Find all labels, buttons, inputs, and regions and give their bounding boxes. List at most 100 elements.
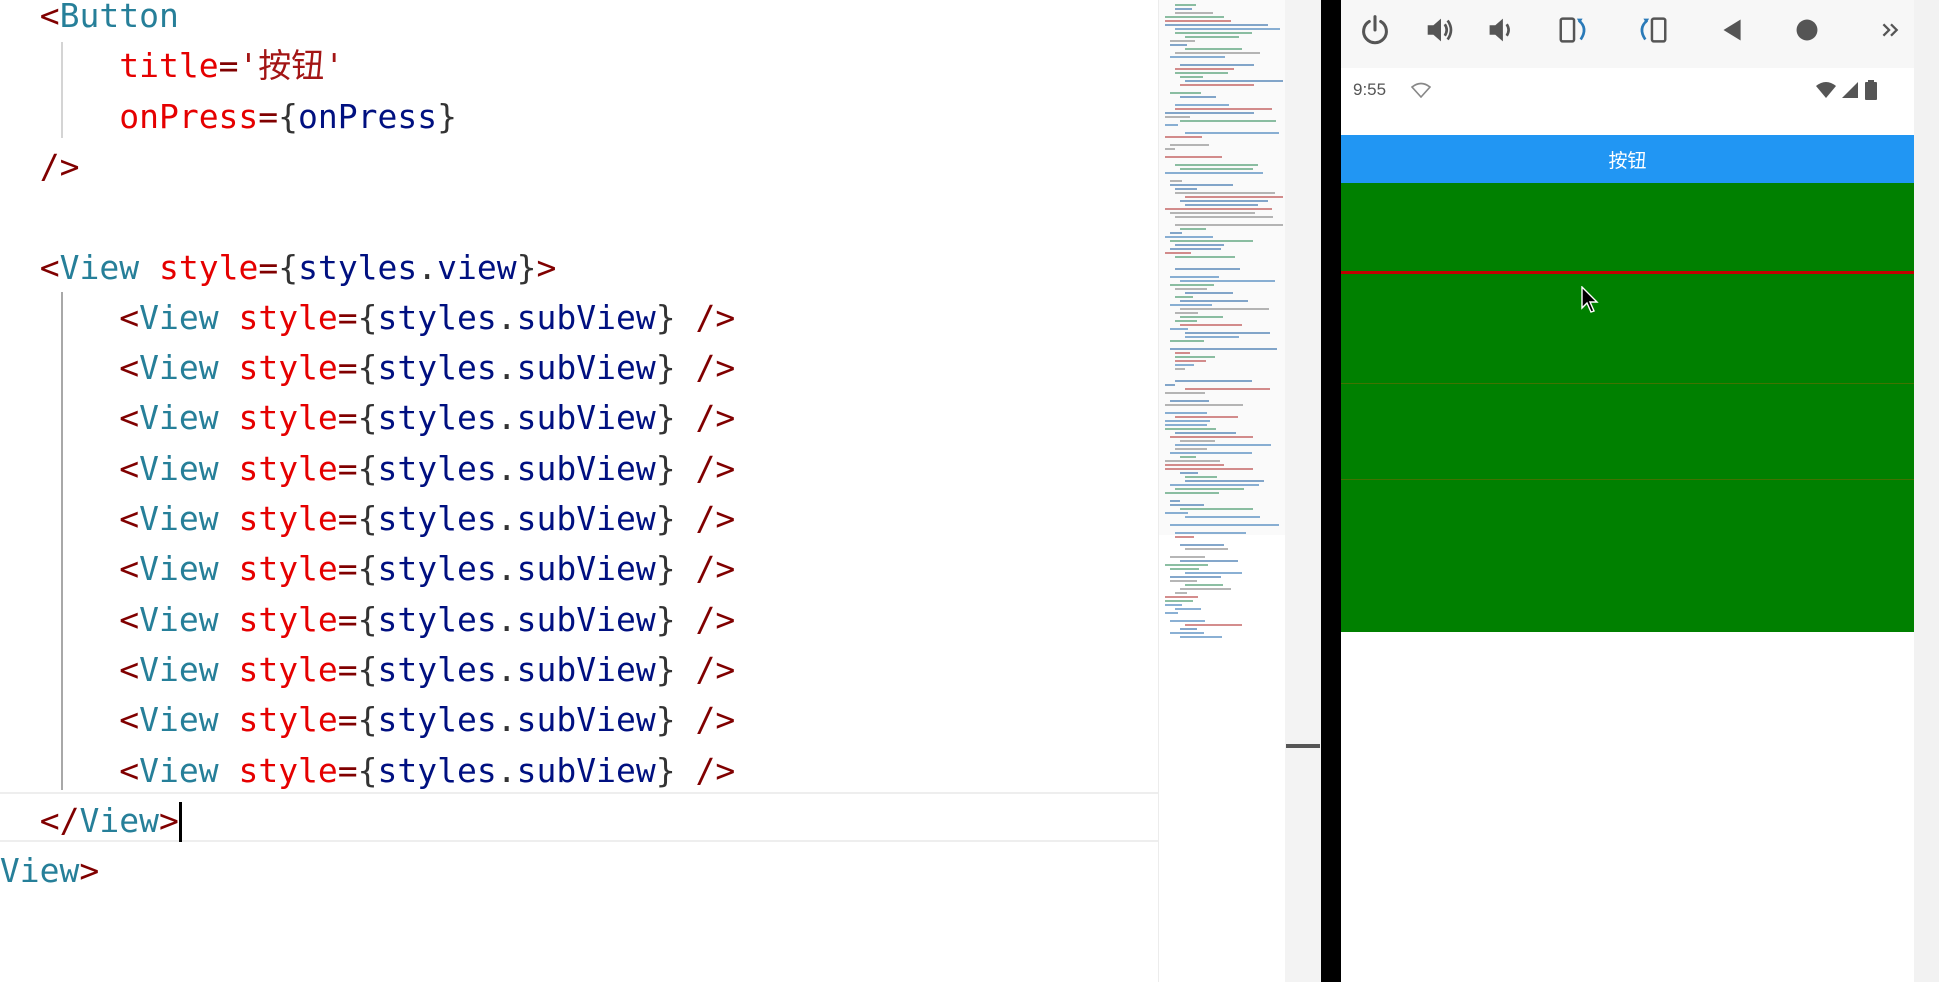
minimap-line xyxy=(1170,340,1204,342)
minimap-line xyxy=(1165,468,1253,470)
code-line[interactable]: onPress={onPress} xyxy=(0,92,457,142)
minimap-line xyxy=(1170,144,1209,146)
minimap-line xyxy=(1170,40,1195,42)
minimap-line xyxy=(1175,268,1240,270)
minimap-line xyxy=(1170,556,1205,558)
minimap-line xyxy=(1180,324,1242,326)
minimap-line xyxy=(1170,92,1201,94)
code-line[interactable]: <View style={styles.subView} /> xyxy=(0,393,735,443)
minimap-line xyxy=(1170,620,1205,622)
minimap-line xyxy=(1170,276,1219,278)
volume-up-icon[interactable] xyxy=(1421,10,1461,50)
power-icon[interactable] xyxy=(1355,10,1395,50)
minimap-line xyxy=(1185,388,1270,390)
minimap-line xyxy=(1180,544,1224,546)
minimap-line xyxy=(1175,192,1275,194)
code-line[interactable]: <View style={styles.subView} /> xyxy=(0,695,735,745)
minimap-line xyxy=(1165,208,1272,210)
minimap-line xyxy=(1180,316,1223,318)
minimap-line xyxy=(1185,48,1242,50)
minimap-line xyxy=(1175,288,1207,290)
minimap-line xyxy=(1165,424,1207,426)
minimap-line xyxy=(1175,448,1207,450)
minimap-line xyxy=(1175,368,1185,370)
minimap-line xyxy=(1175,536,1194,538)
cell-signal-icon xyxy=(1842,82,1858,98)
minimap-line xyxy=(1165,564,1208,566)
minimap-line xyxy=(1165,252,1191,254)
minimap-line xyxy=(1170,400,1209,402)
minimap-line xyxy=(1185,292,1233,294)
minimap-line xyxy=(1180,168,1253,170)
minimap-line xyxy=(1180,76,1203,78)
code-line[interactable]: <View style={styles.subView} /> xyxy=(0,444,735,494)
device-screen[interactable]: 9:55 按钮 xyxy=(1341,68,1914,982)
minimap-line xyxy=(1170,500,1180,502)
subview xyxy=(1341,271,1914,274)
minimap-line xyxy=(1165,604,1182,606)
minimap-line xyxy=(1180,228,1206,230)
volume-down-icon[interactable] xyxy=(1481,10,1521,50)
code-line[interactable]: <View style={styles.subView} /> xyxy=(0,293,735,343)
minimap-line xyxy=(1165,156,1222,158)
code-line[interactable]: <View style={styles.subView} /> xyxy=(0,494,735,544)
rotate-right-icon[interactable] xyxy=(1631,10,1671,50)
minimap-line xyxy=(1175,416,1238,418)
home-icon[interactable] xyxy=(1787,10,1827,50)
minimap-line xyxy=(1175,488,1244,490)
minimap-line xyxy=(1175,72,1228,74)
minimap-line xyxy=(1165,16,1224,18)
minimap-line xyxy=(1175,4,1196,6)
code-line[interactable]: <View style={styles.subView} /> xyxy=(0,595,735,645)
minimap-line xyxy=(1185,80,1283,82)
code-line[interactable]: </View> xyxy=(0,796,182,846)
minimap-line xyxy=(1180,456,1196,458)
minimap-line xyxy=(1185,548,1228,550)
code-line[interactable]: <View style={styles.subView} /> xyxy=(0,343,735,393)
minimap-line xyxy=(1185,516,1260,518)
minimap-line xyxy=(1170,348,1277,350)
code-line[interactable]: <View style={styles.subView} /> xyxy=(0,645,735,695)
minimap-line xyxy=(1170,240,1253,242)
scrollbar-track[interactable] xyxy=(1285,0,1321,982)
minimap-line xyxy=(1185,204,1258,206)
minimap-line xyxy=(1165,112,1254,114)
minimap-line xyxy=(1165,116,1190,118)
code-editor[interactable]: <Button title='按钮' onPress={onPress} /> … xyxy=(0,0,1158,982)
scrollbar-thumb[interactable] xyxy=(1286,744,1320,748)
minimap-line xyxy=(1180,588,1231,590)
back-icon[interactable] xyxy=(1713,10,1753,50)
minimap-line xyxy=(1170,568,1199,570)
code-line[interactable]: title='按钮' xyxy=(0,41,344,91)
code-line[interactable]: /View> xyxy=(0,846,99,896)
minimap-line xyxy=(1170,484,1259,486)
minimap-line xyxy=(1165,512,1188,514)
rotate-left-icon[interactable] xyxy=(1555,10,1595,50)
minimap-line xyxy=(1170,248,1221,250)
minimap-line xyxy=(1175,256,1235,258)
app-button[interactable]: 按钮 xyxy=(1341,135,1914,183)
minimap-line xyxy=(1175,68,1234,70)
minimap-line xyxy=(1165,596,1198,598)
code-line[interactable]: /> xyxy=(0,142,80,192)
more-icon[interactable] xyxy=(1871,10,1911,50)
minimap-line xyxy=(1185,476,1217,478)
code-line[interactable]: <View style={styles.subView} /> xyxy=(0,544,735,594)
minimap-line xyxy=(1165,24,1268,26)
minimap-line xyxy=(1170,524,1279,526)
minimap-line xyxy=(1180,472,1198,474)
minimap-line xyxy=(1175,52,1260,54)
minimap-line xyxy=(1180,64,1254,66)
minimap-line xyxy=(1175,188,1197,190)
code-line[interactable]: <View style={styles.view}> xyxy=(0,243,557,293)
code-line[interactable]: <Button xyxy=(0,0,179,41)
minimap[interactable] xyxy=(1158,0,1286,982)
minimap-line xyxy=(1175,608,1201,610)
minimap-line xyxy=(1165,612,1178,614)
minimap-line xyxy=(1165,412,1207,414)
minimap-line xyxy=(1165,600,1193,602)
code-line[interactable]: <View style={styles.subView} /> xyxy=(0,746,735,796)
minimap-line xyxy=(1170,180,1182,182)
minimap-line xyxy=(1180,628,1197,630)
minimap-line xyxy=(1180,636,1222,638)
